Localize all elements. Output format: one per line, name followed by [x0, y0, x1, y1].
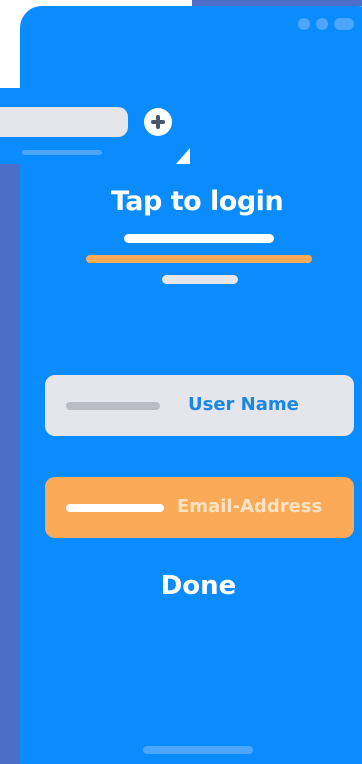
tab-underline — [22, 150, 102, 155]
done-button[interactable]: Done — [0, 571, 362, 601]
username-field[interactable]: User Name — [45, 375, 354, 436]
email-field-placeholder-line — [66, 504, 164, 512]
window-dot-icon — [334, 18, 354, 30]
email-field[interactable]: Email-Address — [45, 477, 354, 538]
window-dot-icon — [316, 18, 328, 30]
tab-placeholder[interactable] — [0, 107, 128, 137]
email-field-label: Email-Address — [177, 496, 323, 517]
back-frame — [0, 150, 22, 764]
stage: Tap to login User Name Email-Address Don… — [0, 0, 362, 764]
add-tab-button[interactable] — [144, 108, 172, 136]
username-field-placeholder-line — [66, 402, 160, 410]
title-underline-accent — [86, 255, 312, 263]
title-underline-secondary — [162, 275, 238, 284]
username-field-label: User Name — [188, 394, 299, 415]
page-title: Tap to login — [110, 186, 284, 217]
home-indicator[interactable] — [143, 746, 253, 754]
title-underline-primary — [124, 234, 274, 243]
window-dot-icon — [298, 18, 310, 30]
